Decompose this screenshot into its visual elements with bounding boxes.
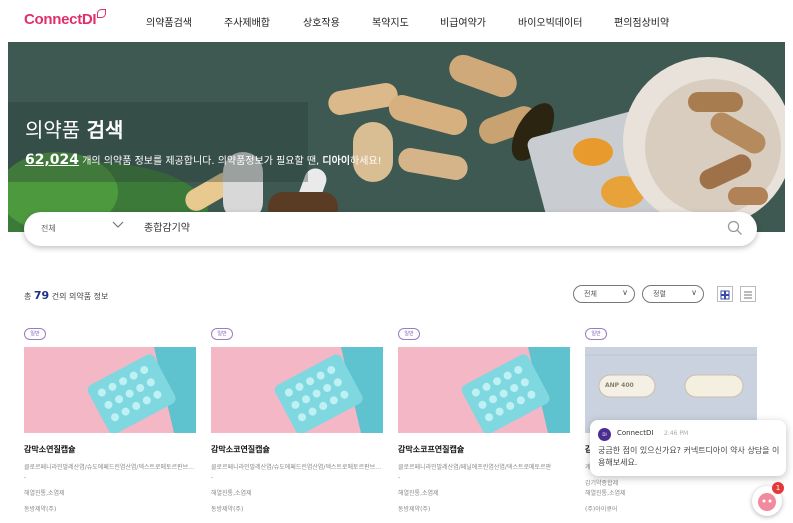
sort-select[interactable]: 정렬 ∨	[642, 285, 704, 303]
chat-sender: ConnectDI	[617, 429, 654, 437]
drug-manufacturer: (주)아이큐어	[585, 506, 618, 513]
chat-avatar: DI	[598, 428, 611, 441]
drug-extra: -	[24, 474, 27, 481]
drug-manufacturer: 동방제약(주)	[24, 506, 57, 513]
chat-time: 2:46 PM	[664, 430, 689, 437]
drug-ingredients: 클로르페니라민말레산염/슈도에페드린염산염/덱스트로메토르판브롬화수소산염	[24, 464, 196, 471]
grid-view-button[interactable]	[717, 286, 733, 302]
hero-title: 의약품 검색	[25, 118, 124, 142]
drug-category-2: 해열진통,소염제	[585, 490, 626, 497]
list-view-button[interactable]	[740, 286, 756, 302]
connectdi-logo[interactable]: ConnectDI	[24, 9, 107, 28]
drug-name[interactable]: 감막소코연질캡슐	[211, 444, 270, 455]
drug-thumbnail	[398, 347, 570, 433]
chevron-down-icon: ∨	[622, 288, 628, 297]
drug-count: 62,024	[25, 152, 80, 168]
search-input[interactable]	[144, 221, 704, 232]
grid-icon	[720, 290, 730, 300]
drug-manufacturer: 동방제약(주)	[398, 506, 431, 513]
filter-type-select[interactable]: 전체 ∨	[573, 285, 635, 303]
nav-item-bio-bigdata[interactable]: 바이오빅데이터	[518, 14, 582, 29]
nav-item-otc[interactable]: 편의점상비약	[614, 14, 669, 29]
drug-category: 해열진통,소염제	[211, 490, 252, 497]
drug-manufacturer: 동방제약(주)	[211, 506, 244, 513]
search-bar: 전체	[24, 212, 757, 246]
drug-thumbnail	[24, 347, 196, 433]
nav-item-injection-mix[interactable]: 주사제배합	[224, 14, 270, 29]
search-category-select[interactable]: 전체	[41, 223, 56, 234]
drug-name[interactable]: 감막소코프연질캡슐	[398, 444, 464, 455]
drug-category: 해열진통,소염제	[398, 490, 439, 497]
drug-extra: -	[211, 474, 214, 481]
chat-launcher-button[interactable]: 1	[752, 482, 784, 516]
nav-item-nonpay-price[interactable]: 비급여약가	[440, 14, 486, 29]
result-count: 총 79 건의 의약품 정보	[24, 289, 109, 302]
list-icon	[744, 291, 752, 299]
drug-name[interactable]: 감막소연질캡슐	[24, 444, 76, 455]
nav-item-drug-search[interactable]: 의약품검색	[146, 14, 192, 29]
pills-background-image	[8, 42, 785, 232]
otc-badge: 일반	[24, 328, 46, 340]
drug-extra: -	[398, 474, 401, 481]
drug-category: 감기약종합제	[585, 480, 619, 487]
chevron-down-icon: ∨	[691, 288, 697, 297]
nav-item-medication-guide[interactable]: 복약지도	[372, 14, 409, 29]
drug-category: 해열진통,소염제	[24, 490, 65, 497]
chat-popup[interactable]: DI ConnectDI 2:46 PM 궁금한 점이 있으신가요? 커넥트디아…	[590, 420, 786, 476]
nav-item-interaction[interactable]: 상호작용	[303, 14, 340, 29]
hero-banner: 의약품 검색 62,024 개의 의약품 정보를 제공합니다. 의약품정보가 필…	[8, 42, 785, 232]
pill-imprint: ANP 400	[605, 382, 634, 389]
otc-badge: 일반	[585, 328, 607, 340]
chat-message: 궁금한 점이 있으신가요? 커넥트디아이 약사 상담을 이용해보세요.	[598, 446, 780, 467]
drug-ingredients: 클로르페니라민말레산염/페닐에프린염산염/덱스트로메토르판	[398, 464, 552, 471]
search-icon[interactable]	[727, 220, 743, 240]
hero-subtitle: 62,024 개의 의약품 정보를 제공합니다. 의약품정보가 필요할 땐, 디…	[25, 152, 382, 168]
drug-ingredients: 클로르페니라민말레산염/슈도에페드린염산염/덱스트로메토르판브롬화수소산염	[211, 464, 383, 471]
top-nav: ConnectDI 의약품검색 주사제배합 상호작용 복약지도 비급여약가 바이…	[0, 0, 793, 42]
chevron-down-icon[interactable]	[112, 221, 124, 232]
logo-leaf-icon	[97, 9, 107, 18]
otc-badge: 일반	[398, 328, 420, 340]
unread-badge: 1	[772, 482, 784, 494]
otc-badge: 일반	[211, 328, 233, 340]
drug-thumbnail	[211, 347, 383, 433]
